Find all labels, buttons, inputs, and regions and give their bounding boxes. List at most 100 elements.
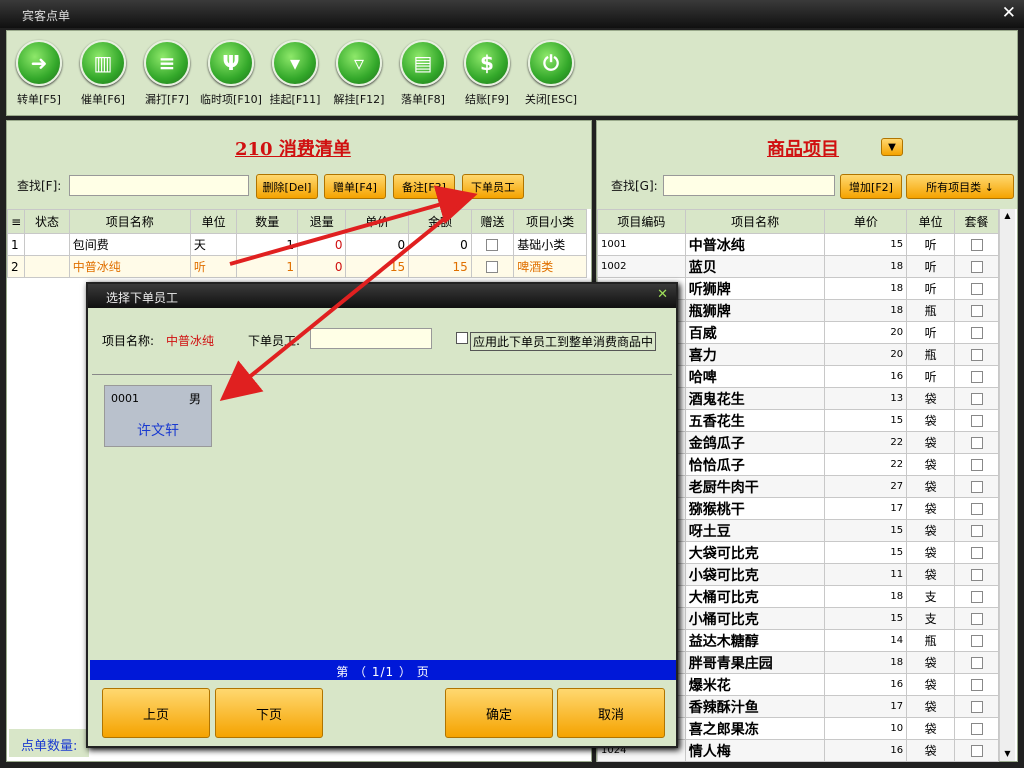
cell-unit: 袋 — [906, 475, 956, 498]
cell-price: 15 — [824, 519, 908, 542]
scroll-up-icon[interactable]: ▲ — [1000, 209, 1015, 223]
column-header[interactable]: 项目名称 — [68, 209, 191, 234]
dialog-close-icon[interactable]: ✕ — [657, 287, 668, 302]
toolbar-button-0[interactable]: ➜ 转单[F5] — [7, 40, 71, 107]
cell-no: 1 — [6, 233, 26, 256]
table-row[interactable]: 1002 蓝贝 18 听 — [597, 255, 999, 278]
package-checkbox[interactable] — [970, 283, 983, 295]
scroll-down-icon[interactable]: ▼ — [1000, 747, 1015, 761]
column-header[interactable]: 状态 — [24, 209, 70, 234]
package-checkbox[interactable] — [970, 393, 983, 405]
package-checkbox[interactable] — [970, 723, 983, 735]
package-checkbox[interactable] — [970, 459, 983, 471]
toolbar-button-8[interactable]: ⏻ 关闭[ESC] — [519, 40, 583, 107]
column-header[interactable]: 单价 — [345, 209, 410, 234]
table-row[interactable]: 1 包间费天 1 0 0 0 基础小类 — [6, 233, 587, 256]
right-search-input[interactable] — [663, 175, 835, 196]
package-checkbox[interactable] — [970, 261, 983, 273]
package-checkbox[interactable] — [970, 547, 983, 559]
column-header[interactable]: 数量 — [236, 209, 298, 234]
cell-unit: 听 — [906, 233, 956, 256]
cell-price: 14 — [824, 629, 908, 652]
next-page-button[interactable]: 下页 — [215, 688, 323, 738]
package-checkbox[interactable] — [970, 613, 983, 625]
package-checkbox[interactable] — [970, 239, 983, 251]
employee-card[interactable]: 0001 男 许文轩 — [104, 385, 212, 447]
main-window: 宾客点单 ✕ ➜ 转单[F5] ▥ 催单[F6] ≡ 漏打[F7] Ψ 临时项[F10] ▾ 挂起… — [0, 0, 1024, 768]
toolbar-button-6[interactable]: ▤ 落单[F8] — [391, 40, 455, 107]
package-checkbox[interactable] — [970, 305, 983, 317]
cell-unit: 瓶 — [906, 629, 956, 652]
toolbar-button-1[interactable]: ▥ 催单[F6] — [71, 40, 135, 107]
gift-button[interactable]: 赠单[F4] — [324, 174, 386, 199]
confirm-button[interactable]: 确定 — [445, 688, 553, 738]
package-checkbox[interactable] — [970, 481, 983, 493]
gift-checkbox[interactable] — [486, 261, 499, 273]
item-name-value: 中普冰纯 — [166, 334, 215, 348]
package-checkbox[interactable] — [970, 503, 983, 515]
cell-unit: 袋 — [906, 563, 956, 586]
column-header[interactable]: 单价 — [824, 209, 908, 234]
cell-cat: 啤酒类 — [513, 255, 587, 278]
apply-all-label[interactable]: 应用此下单员工到整单消费商品中 — [470, 332, 657, 351]
package-checkbox[interactable] — [970, 415, 983, 427]
staff-input[interactable] — [310, 328, 432, 349]
column-header[interactable]: 项目名称 — [684, 209, 826, 234]
toolbar-button-7[interactable]: $ 结账[F9] — [455, 40, 519, 107]
delete-button[interactable]: 删除[Del] — [256, 174, 318, 199]
column-header[interactable]: 项目编码 — [597, 209, 686, 234]
column-header[interactable]: 金额 — [408, 209, 472, 234]
column-header[interactable]: 单位 — [189, 209, 238, 234]
utensils-icon: Ψ — [208, 40, 254, 86]
apply-all-checkbox[interactable] — [456, 332, 468, 344]
column-header[interactable]: 退量 — [296, 209, 347, 234]
column-header[interactable]: ≡ — [6, 209, 26, 234]
package-checkbox[interactable] — [970, 591, 983, 603]
cell-package — [954, 739, 999, 762]
package-checkbox[interactable] — [970, 349, 983, 361]
close-icon[interactable]: ✕ — [1002, 3, 1016, 23]
column-header[interactable]: 赠送 — [470, 209, 515, 234]
cell-price: 18 — [824, 299, 908, 322]
gift-checkbox[interactable] — [486, 239, 499, 251]
cell-package — [954, 673, 999, 696]
table-row[interactable]: 2 中普冰纯听 1 0 15 15 啤酒类 — [6, 255, 587, 278]
toolbar-button-label: 临时项[F10] — [200, 93, 262, 106]
package-checkbox[interactable] — [970, 657, 983, 669]
toolbar-button-5[interactable]: ▿ 解挂[F12] — [327, 40, 391, 107]
table-row[interactable]: 1001 中普冰纯 15 听 — [597, 233, 999, 256]
cell-cat: 基础小类 — [513, 233, 587, 256]
column-header[interactable]: 单位 — [906, 209, 956, 234]
package-checkbox[interactable] — [970, 635, 983, 647]
item-name-label: 项目名称: — [102, 334, 155, 348]
cancel-button[interactable]: 取消 — [557, 688, 665, 738]
item-category-select[interactable]: 所有项目类 ↓ — [906, 174, 1014, 199]
package-checkbox[interactable] — [970, 525, 983, 537]
left-search-input[interactable] — [69, 175, 249, 196]
package-checkbox[interactable] — [970, 701, 983, 713]
note-button[interactable]: 备注[F3] — [393, 174, 455, 199]
add-item-button[interactable]: 增加[F2] — [840, 174, 902, 199]
package-checkbox[interactable] — [970, 371, 983, 383]
document-icon: ≡ — [144, 40, 190, 86]
cell-name: 爆米花 — [684, 673, 826, 696]
package-checkbox[interactable] — [970, 327, 983, 339]
category-dropdown-icon[interactable]: ▼ — [881, 138, 903, 156]
order-staff-button[interactable]: 下单员工 — [462, 174, 524, 199]
product-scrollbar[interactable]: ▲ ▼ — [999, 209, 1015, 761]
cell-package — [954, 343, 999, 366]
column-header[interactable]: 项目小类 — [513, 209, 587, 234]
package-checkbox[interactable] — [970, 679, 983, 691]
column-header[interactable]: 套餐 — [954, 209, 999, 234]
toolbar-button-2[interactable]: ≡ 漏打[F7] — [135, 40, 199, 107]
cell-unit: 支 — [906, 585, 956, 608]
cell-name: 哈啤 — [684, 365, 826, 388]
package-checkbox[interactable] — [970, 745, 983, 757]
toolbar-button-3[interactable]: Ψ 临时项[F10] — [199, 40, 263, 107]
prev-page-button[interactable]: 上页 — [102, 688, 210, 738]
toolbar-button-label: 关闭[ESC] — [524, 93, 578, 106]
cell-name: 大桶可比克 — [684, 585, 826, 608]
package-checkbox[interactable] — [970, 437, 983, 449]
package-checkbox[interactable] — [970, 569, 983, 581]
toolbar-button-4[interactable]: ▾ 挂起[F11] — [263, 40, 327, 107]
